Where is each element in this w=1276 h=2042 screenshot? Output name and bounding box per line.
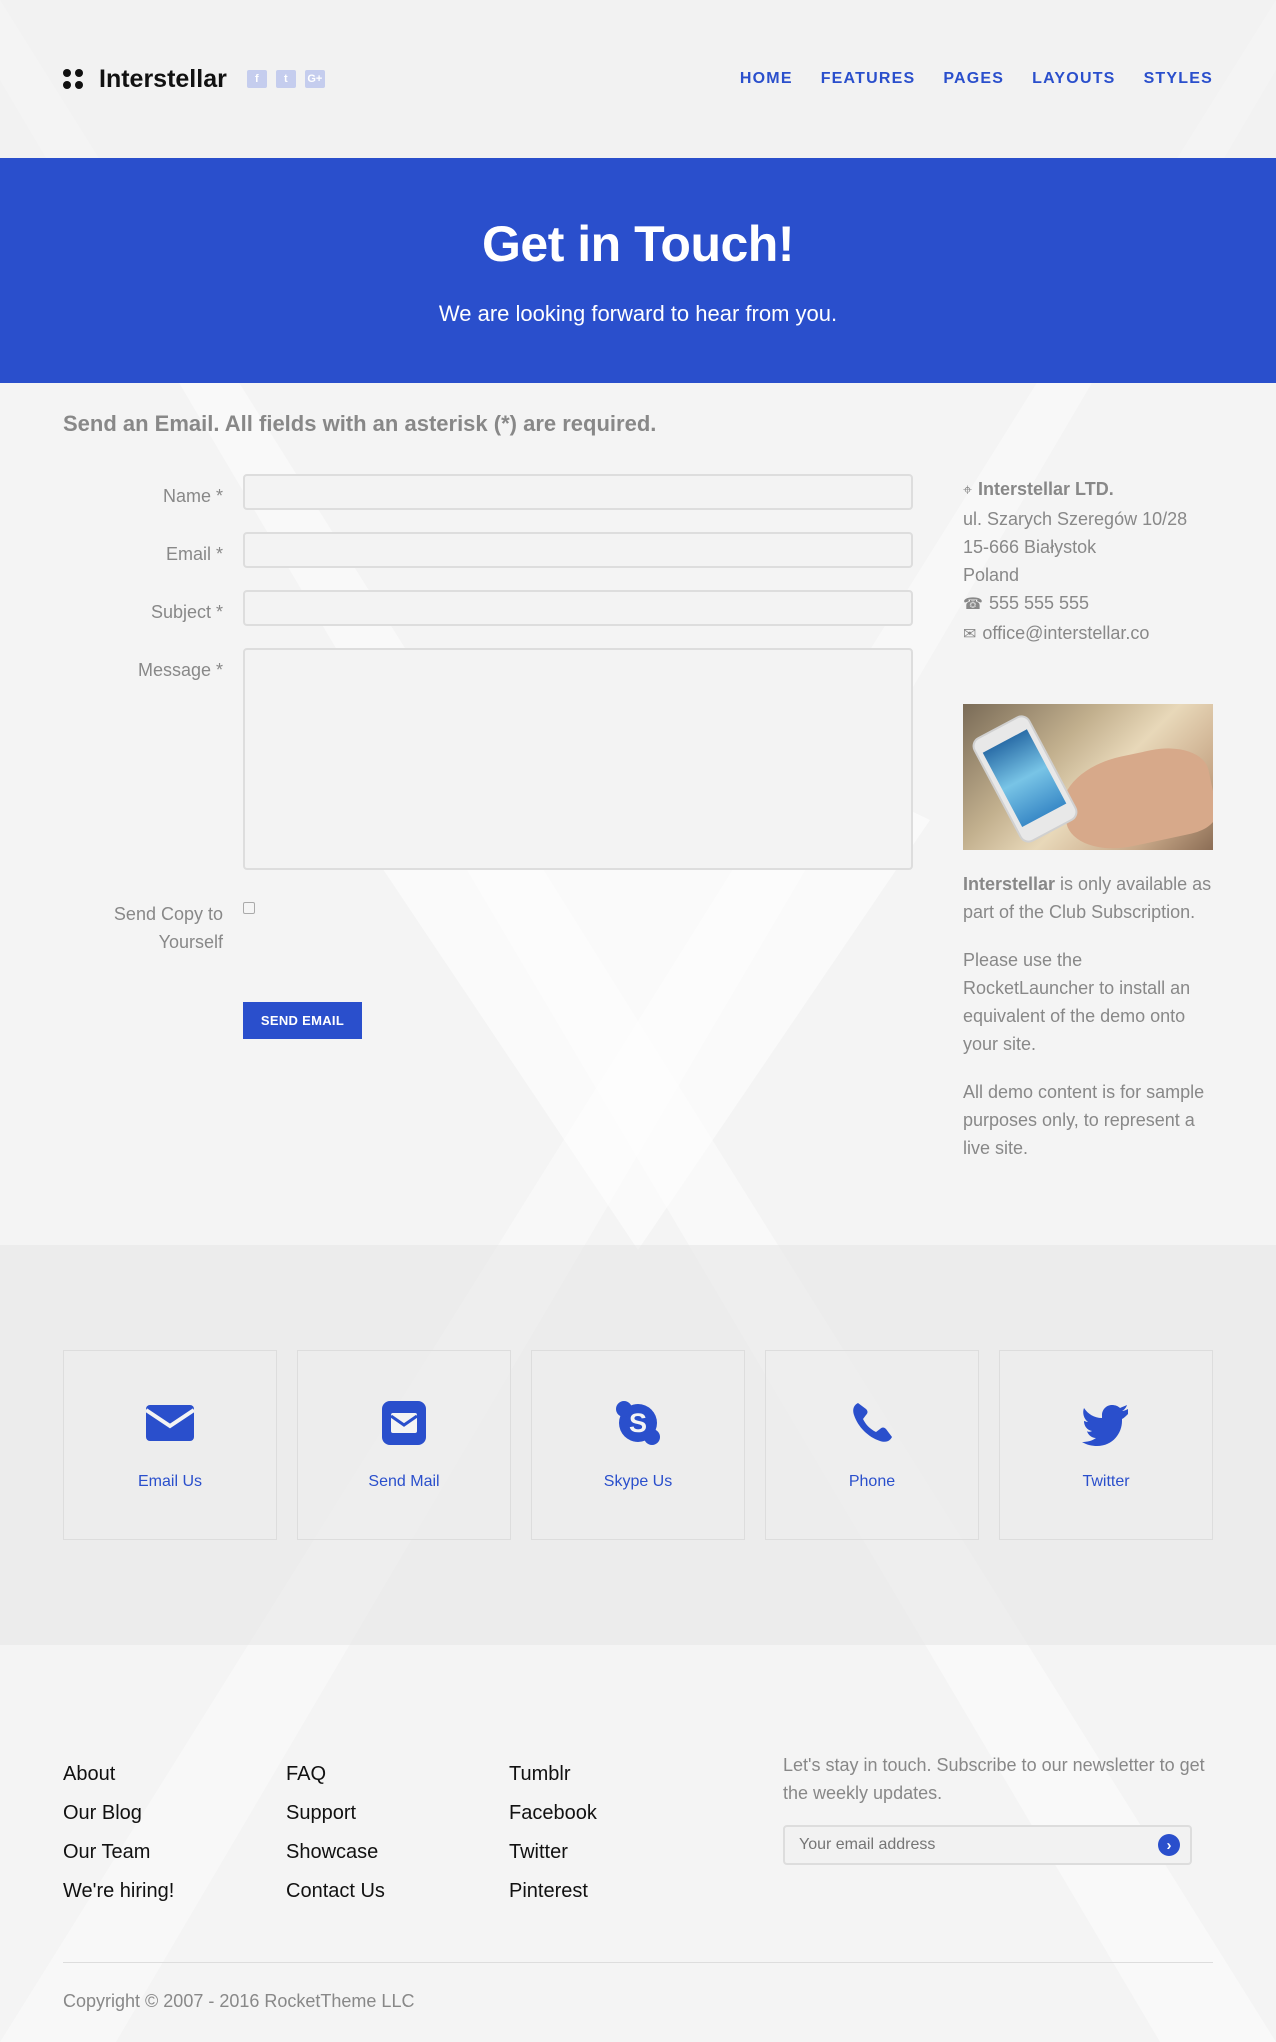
email-label: Email * [165,544,223,564]
svg-text:S: S [629,1408,647,1438]
google-plus-icon[interactable]: G+ [304,70,325,88]
message-row: Message * [63,648,913,870]
subscribe-arrow-icon[interactable]: › [1158,1834,1180,1856]
footer-link-about[interactable]: About [63,1755,286,1794]
copy-label: Send Copy to Yourself [113,904,223,952]
name-label: Name * [162,486,223,506]
page-subtitle: We are looking forward to hear from you. [438,300,838,326]
footer-link-facebook[interactable]: Facebook [509,1794,732,1833]
footer-link-blog[interactable]: Our Blog [63,1794,286,1833]
email-row: Email * [63,532,913,568]
card-twitter[interactable]: Twitter [999,1350,1213,1540]
phone-in-hand-image [963,704,1213,850]
contact-sidebar: ⌖ Interstellar LTD. ul. Szarych Szeregów … [963,475,1213,1182]
newsletter-signup: Let's stay in touch. Subscribe to our ne… [783,1755,1213,1911]
main-nav: HOME FEATURES PAGES LAYOUTS STYLES [712,70,1213,88]
newsletter-form: › [783,1825,1192,1865]
subscription-brand: Interstellar [963,874,1056,894]
site-footer: About Our Blog Our Team We're hiring! FA… [0,1645,1276,2042]
demo-note: All demo content is for sample purposes … [963,1082,1205,1158]
skype-icon: S [616,1401,660,1445]
card-label: Twitter [1082,1473,1130,1490]
envelope-square-icon [382,1401,426,1445]
footer-columns: About Our Blog Our Team We're hiring! FA… [63,1755,1213,1911]
envelope-icon [146,1405,194,1441]
card-label: Send Mail [368,1473,440,1490]
newsletter-text: Let's stay in touch. Subscribe to our ne… [783,1755,1205,1803]
phone-number: 555 555 555 [988,593,1090,613]
copy-checkbox[interactable] [243,902,255,914]
footer-link-team[interactable]: Our Team [63,1833,286,1872]
footer-link-hiring[interactable]: We're hiring! [63,1872,286,1911]
footer-column-support: FAQ Support Showcase Contact Us [286,1755,509,1911]
card-label: Skype Us [603,1473,673,1490]
contact-form: Name * Email * Subject * Message * Send … [63,474,913,1039]
contact-cards: Email Us Send Mail S Skype Us Phone Twit… [63,1350,1213,1540]
email-field[interactable] [243,532,913,568]
brand-name[interactable]: Interstellar [99,65,227,94]
card-send-mail[interactable]: Send Mail [297,1350,511,1540]
nav-pages[interactable]: PAGES [943,70,1004,88]
name-row: Name * [63,474,913,510]
footer-divider [63,1962,1213,1963]
email-line: ✉ office@interstellar.co [963,619,1213,649]
footer-link-support[interactable]: Support [286,1794,509,1833]
nav-styles[interactable]: STYLES [1144,70,1213,88]
brand: Interstellar f t G+ [63,65,325,94]
logo-icon [63,69,83,89]
email-address[interactable]: office@interstellar.co [982,623,1149,643]
card-skype-us[interactable]: S Skype Us [531,1350,745,1540]
address-line2: 15-666 Białystok [963,537,1097,557]
company-name: Interstellar LTD. [978,479,1114,499]
message-field[interactable] [243,648,913,870]
subject-field[interactable] [243,590,913,626]
footer-link-twitter[interactable]: Twitter [509,1833,732,1872]
subject-label: Subject * [150,602,223,622]
copyright: Copyright © 2007 - 2016 RocketTheme LLC [63,1991,415,2011]
contact-section: Send an Email. All fields with an asteri… [0,383,1276,1245]
nav-features[interactable]: FEATURES [821,70,916,88]
facebook-icon[interactable]: f [246,70,267,88]
social-links: f t G+ [246,70,325,88]
card-label: Email Us [137,1473,202,1490]
footer-link-pinterest[interactable]: Pinterest [509,1872,732,1911]
footer-column-social: Tumblr Facebook Twitter Pinterest [509,1755,732,1911]
envelope-icon: ✉ [963,626,977,643]
footer-link-contact[interactable]: Contact Us [286,1872,509,1911]
form-title: Send an Email. All fields with an asteri… [63,411,657,436]
name-field[interactable] [243,474,913,510]
footer-link-tumblr[interactable]: Tumblr [509,1755,732,1794]
newsletter-email-input[interactable] [799,1836,1139,1854]
footer-link-faq[interactable]: FAQ [286,1755,509,1794]
footer-link-showcase[interactable]: Showcase [286,1833,509,1872]
phone-icon: ☎ [963,596,983,613]
nav-home[interactable]: HOME [740,70,793,88]
company-line: ⌖ Interstellar LTD. [963,475,1213,505]
send-email-button[interactable]: SEND EMAIL [243,1002,362,1039]
nav-layouts[interactable]: LAYOUTS [1032,70,1115,88]
address-line1: ul. Szarych Szeregów 10/28 [963,509,1188,529]
card-label: Phone [848,1473,896,1490]
twitter-icon[interactable]: t [275,70,296,88]
rocketlauncher-note: Please use the RocketLauncher to install… [963,950,1191,1054]
subscription-note: Interstellar is only available as part o… [963,870,1213,926]
twitter-icon [1082,1405,1128,1446]
phone-line: ☎ 555 555 555 [963,589,1213,619]
map-marker-icon: ⌖ [963,482,973,499]
phone-icon [853,1403,892,1442]
contact-options-band: Email Us Send Mail S Skype Us Phone Twit… [0,1245,1276,1645]
address-country: Poland [963,565,1020,585]
message-label: Message * [137,660,223,680]
footer-column-company: About Our Blog Our Team We're hiring! [63,1755,286,1911]
copy-row: Send Copy to Yourself [63,892,913,956]
card-phone[interactable]: Phone [765,1350,979,1540]
hero-banner: Get in Touch! We are looking forward to … [0,158,1276,383]
site-header: Interstellar f t G+ HOME FEATURES PAGES … [0,0,1276,158]
subject-row: Subject * [63,590,913,626]
card-email-us[interactable]: Email Us [63,1350,277,1540]
page-title: Get in Touch! [482,215,794,272]
